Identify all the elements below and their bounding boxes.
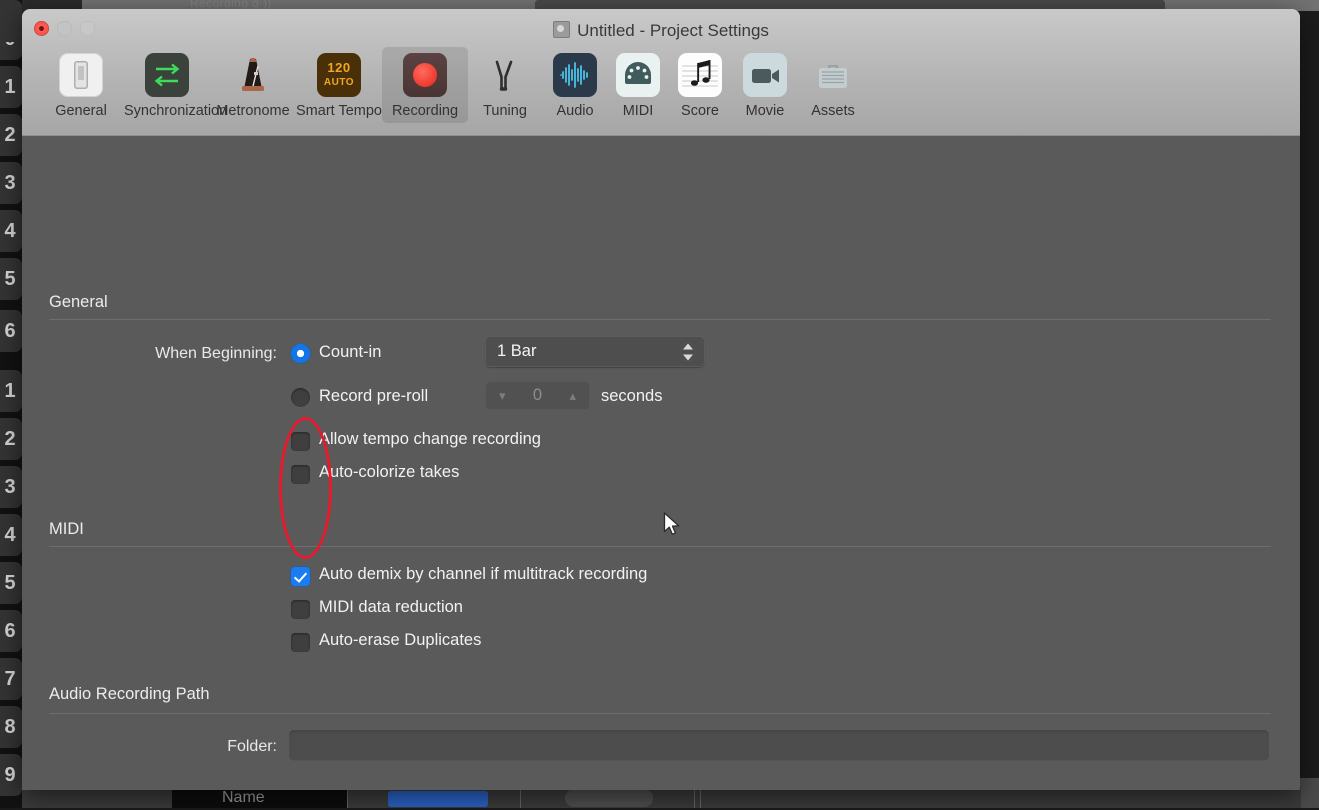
radio-record-pre-roll-label: Record pre-roll xyxy=(319,387,429,405)
chevron-up-icon[interactable]: ▴ xyxy=(569,389,576,402)
window-titlebar: Untitled - Project Settings General Sync… xyxy=(22,9,1300,136)
section-divider xyxy=(49,319,1271,320)
tab-metronome[interactable]: Metronome xyxy=(210,47,296,123)
metronome-icon xyxy=(231,53,275,97)
track-number-button[interactable]: 2 xyxy=(0,418,22,460)
general-switch-icon xyxy=(59,53,103,97)
tab-label: Synchronization xyxy=(124,103,228,119)
tab-assets[interactable]: Assets xyxy=(798,47,868,123)
host-track-number-rail: 0 1 2 3 4 5 6 1 2 3 4 5 6 7 8 9 xyxy=(0,0,22,808)
checkbox-allow-tempo-change-recording[interactable] xyxy=(291,432,310,451)
checkbox-midi-data-reduction-label: MIDI data reduction xyxy=(319,598,463,616)
tab-synchronization[interactable]: Synchronization xyxy=(124,47,228,123)
folder-path-input[interactable] xyxy=(289,730,1269,761)
project-document-icon xyxy=(553,21,571,38)
tab-label: MIDI xyxy=(622,103,654,119)
track-number-button[interactable]: 4 xyxy=(0,514,22,556)
chevron-updown-icon xyxy=(683,343,694,360)
settings-content-pane: General When Beginning: Count-in 1 Bar R… xyxy=(22,136,1300,790)
tab-label: Recording xyxy=(391,103,459,119)
tab-label: General xyxy=(55,103,107,119)
tab-midi[interactable]: MIDI xyxy=(608,47,668,123)
checkbox-midi-data-reduction[interactable] xyxy=(291,600,310,619)
track-number-button[interactable] xyxy=(0,0,22,42)
track-number-button[interactable]: 3 xyxy=(0,162,22,204)
folder-label: Folder: xyxy=(227,738,277,755)
pre-roll-stepper[interactable]: ▾ 0 ▴ xyxy=(485,381,590,410)
tuning-fork-icon xyxy=(483,53,527,97)
tab-smart-tempo[interactable]: 120 AUTO Smart Tempo xyxy=(296,47,382,123)
track-number-button[interactable]: 1 xyxy=(0,66,22,108)
window-title-bar-text: Untitled - Project Settings xyxy=(22,21,1300,41)
radio-count-in[interactable] xyxy=(291,344,310,363)
tempo-auto-label: AUTO xyxy=(323,77,355,88)
host-selected-item[interactable] xyxy=(388,791,488,807)
track-number-button[interactable]: 9 xyxy=(0,754,22,796)
assets-briefcase-icon xyxy=(811,53,855,97)
checkbox-auto-colorize-takes[interactable] xyxy=(291,465,310,484)
checkbox-allow-tempo-change-recording-label: Allow tempo change recording xyxy=(319,430,541,448)
pre-roll-unit-label: seconds xyxy=(601,387,663,405)
track-number-button[interactable]: 1 xyxy=(0,370,22,412)
tab-recording[interactable]: Recording xyxy=(382,47,468,123)
movie-camera-icon xyxy=(743,53,787,97)
host-pill-control[interactable] xyxy=(565,789,653,807)
tab-label: Score xyxy=(681,103,719,119)
score-note-icon xyxy=(678,53,722,97)
settings-toolbar: General Synchronization Metronome 120 AU… xyxy=(38,47,868,123)
midi-plug-icon xyxy=(616,53,660,97)
smart-tempo-icon: 120 AUTO xyxy=(317,53,361,97)
track-number-button[interactable]: 6 xyxy=(0,310,22,352)
tab-score[interactable]: Score xyxy=(668,47,732,123)
pre-roll-value: 0 xyxy=(532,386,543,404)
track-number-button[interactable]: 7 xyxy=(0,658,22,700)
checkbox-auto-erase-duplicates-label: Auto-erase Duplicates xyxy=(319,631,482,649)
tempo-bpm-value: 120 xyxy=(327,60,351,75)
checkbox-auto-colorize-takes-label: Auto-colorize takes xyxy=(319,463,460,481)
checkbox-auto-demix-by-channel[interactable] xyxy=(291,567,310,586)
count-in-select[interactable]: 1 Bar xyxy=(485,336,705,367)
tab-label: Audio xyxy=(556,103,594,119)
track-number-button[interactable]: 6 xyxy=(0,610,22,652)
count-in-value: 1 Bar xyxy=(497,342,537,360)
tab-movie[interactable]: Movie xyxy=(732,47,798,123)
when-beginning-label: When Beginning: xyxy=(155,345,277,362)
track-number-button[interactable]: 8 xyxy=(0,706,22,748)
project-settings-window: Untitled - Project Settings General Sync… xyxy=(22,9,1300,790)
section-heading-general: General xyxy=(49,293,108,311)
window-title-text: Untitled - Project Settings xyxy=(577,21,769,40)
section-divider xyxy=(49,546,1271,547)
tab-label: Tuning xyxy=(483,103,527,119)
chevron-down-icon[interactable]: ▾ xyxy=(499,389,506,402)
radio-count-in-label: Count-in xyxy=(319,343,382,361)
checkbox-auto-erase-duplicates[interactable] xyxy=(291,633,310,652)
radio-record-pre-roll[interactable] xyxy=(291,388,310,407)
tab-label: Movie xyxy=(745,103,785,119)
track-number-button[interactable]: 3 xyxy=(0,466,22,508)
section-heading-midi: MIDI xyxy=(49,520,84,538)
tab-general[interactable]: General xyxy=(38,47,124,123)
track-number-button[interactable]: 2 xyxy=(0,114,22,156)
track-number-button[interactable]: 4 xyxy=(0,210,22,252)
checkbox-auto-demix-by-channel-label: Auto demix by channel if multitrack reco… xyxy=(319,565,648,583)
sync-arrows-icon xyxy=(145,53,189,97)
track-number-button[interactable]: 5 xyxy=(0,562,22,604)
tab-label: Metronome xyxy=(216,103,290,119)
section-divider xyxy=(49,713,1271,714)
audio-waveform-icon xyxy=(553,53,597,97)
section-heading-audio-recording-path: Audio Recording Path xyxy=(49,685,210,703)
tab-label: Assets xyxy=(811,103,855,119)
track-number-button[interactable]: 5 xyxy=(0,258,22,300)
tab-tuning[interactable]: Tuning xyxy=(468,47,542,123)
record-dot-icon xyxy=(403,53,447,97)
tab-audio[interactable]: Audio xyxy=(542,47,608,123)
tab-label: Smart Tempo xyxy=(296,103,382,119)
